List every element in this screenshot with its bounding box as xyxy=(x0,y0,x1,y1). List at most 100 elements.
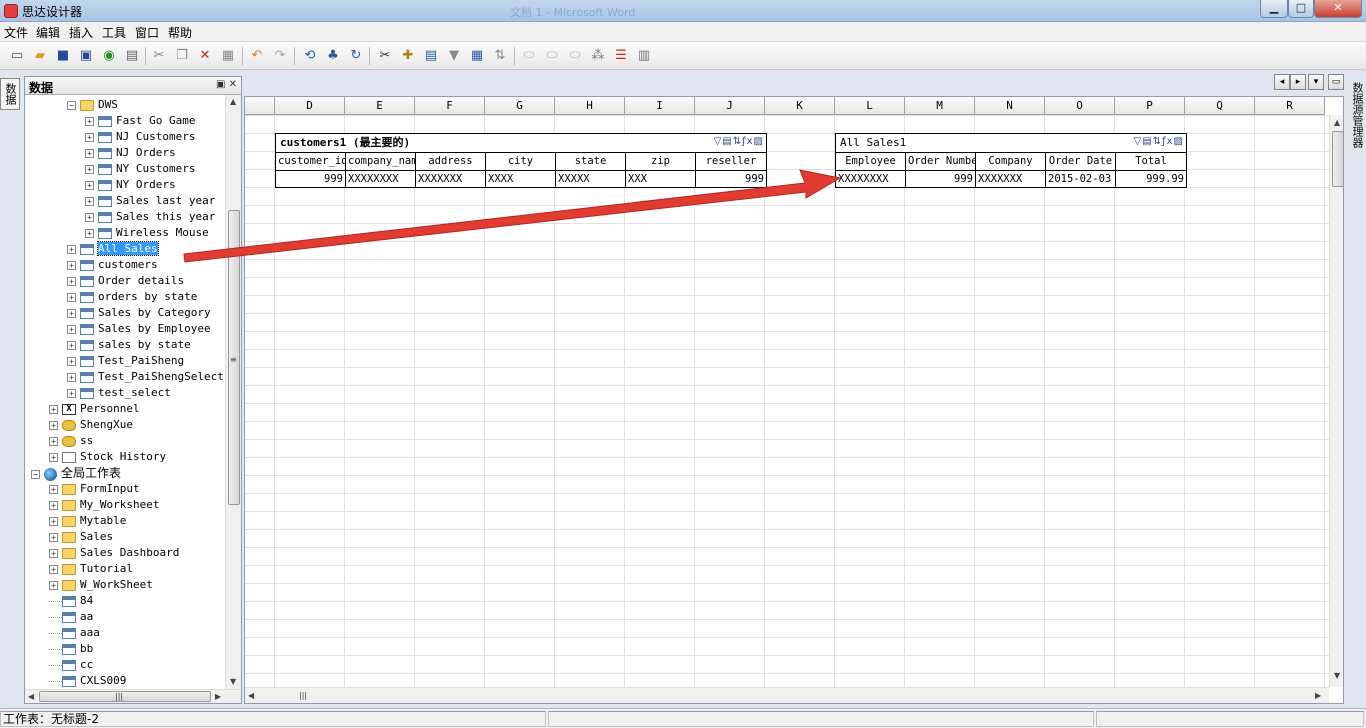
column-header[interactable]: H xyxy=(555,97,625,115)
oval3-icon[interactable]: ⬭ xyxy=(566,47,584,65)
all-sales-table[interactable]: All Sales1 ▽▤⇅ƒx▨ Employee XXXXXXXX Order … xyxy=(835,133,1187,188)
tree-item[interactable]: + NY Orders xyxy=(85,177,176,193)
tree-item[interactable]: aaa xyxy=(49,625,100,641)
scroll-down-icon[interactable]: ▼ xyxy=(1334,671,1340,680)
table-data-cell[interactable]: XXXXXXXX xyxy=(346,170,416,188)
tree-item[interactable]: aa xyxy=(49,609,93,625)
scroll-up-icon[interactable]: ▲ xyxy=(1334,118,1340,127)
tree-item[interactable]: + Fast Go Game xyxy=(85,113,195,129)
tree-item[interactable]: + NJ Customers xyxy=(85,129,195,145)
expand-icon[interactable]: + xyxy=(49,564,58,574)
table-header-cell[interactable]: company_name xyxy=(346,152,416,170)
filter-icon[interactable]: ▼ xyxy=(445,47,463,65)
grid-icon[interactable]: ⁂ xyxy=(589,47,607,65)
expand-icon[interactable]: + xyxy=(49,404,58,414)
tree-item[interactable]: CXLS009 xyxy=(49,673,126,689)
menu-file[interactable]: 文件 xyxy=(4,24,28,41)
collapse-icon[interactable]: − xyxy=(67,100,76,110)
tree-item[interactable]: − DWS xyxy=(67,97,118,113)
insert-icon[interactable]: ▦ xyxy=(468,47,486,65)
paste-icon[interactable]: ▦ xyxy=(219,47,237,65)
column-header[interactable]: P xyxy=(1115,97,1185,115)
column-header[interactable]: G xyxy=(485,97,555,115)
table-tool-icons[interactable]: ▽▤⇅ƒx▨ xyxy=(714,136,764,147)
tree-item[interactable]: + ss xyxy=(49,433,93,449)
table-data-cell[interactable]: XXXXXXX xyxy=(976,170,1046,188)
menu-window[interactable]: 窗口 xyxy=(135,24,159,41)
sort-icon[interactable]: ⇅ xyxy=(491,47,509,65)
copy-icon[interactable]: ❐ xyxy=(173,47,191,65)
open-icon[interactable]: ▰ xyxy=(31,47,49,65)
column-header[interactable]: K xyxy=(765,97,835,115)
maximize-button[interactable]: □ xyxy=(1288,0,1314,18)
expand-icon[interactable]: + xyxy=(67,324,76,334)
menu-insert[interactable]: 插入 xyxy=(69,24,93,41)
redo-icon[interactable]: ↷ xyxy=(271,47,289,65)
add-table-icon[interactable]: ✚ xyxy=(399,47,417,65)
tree-vertical-scrollbar[interactable]: ▲ ≡ ▼ xyxy=(225,95,241,691)
oval-icon[interactable]: ⬭ xyxy=(520,47,538,65)
tree-item[interactable]: − 全局工作表 xyxy=(31,465,121,481)
table-data-cell[interactable]: XXX xyxy=(626,170,696,188)
save-icon[interactable]: ■ xyxy=(54,47,72,65)
tree-item[interactable]: + X Personnel xyxy=(49,401,140,417)
tree-item[interactable]: + ShengXue xyxy=(49,417,133,433)
minimize-button[interactable]: ▁ xyxy=(1260,0,1288,18)
close-button[interactable]: ✕ xyxy=(1314,0,1362,18)
tree-item[interactable]: + customers xyxy=(67,257,158,273)
refresh-icon[interactable]: ◉ xyxy=(100,47,118,65)
expand-icon[interactable]: + xyxy=(49,436,58,446)
worksheet[interactable]: DEFGHIJKLMNOPQR customers1 (最主要的) ▽▤⇅ƒx▨… xyxy=(244,96,1344,704)
sync-icon[interactable]: ⟲ xyxy=(301,47,319,65)
close-icon[interactable]: ✕ xyxy=(229,79,237,90)
split-icon[interactable]: ▥ xyxy=(635,47,653,65)
tree-item[interactable]: 84 xyxy=(49,593,93,609)
scroll-thumb[interactable] xyxy=(39,691,211,702)
cut-icon[interactable]: ✂ xyxy=(150,47,168,65)
tree-item[interactable]: bb xyxy=(49,641,93,657)
expand-icon[interactable]: + xyxy=(49,548,58,558)
expand-icon[interactable]: + xyxy=(85,116,94,126)
tree-item[interactable]: + Mytable xyxy=(49,513,126,529)
expand-icon[interactable]: + xyxy=(85,164,94,174)
table-header-cell[interactable]: city xyxy=(486,152,556,170)
table-header-cell[interactable]: zip xyxy=(626,152,696,170)
table-header-cell[interactable]: Employee xyxy=(836,152,906,170)
undo-icon[interactable]: ↶ xyxy=(248,47,266,65)
sheet-restore-button[interactable]: ▭ xyxy=(1328,74,1344,90)
tree-item[interactable]: + Sales Dashboard xyxy=(49,545,179,561)
collapse-icon[interactable]: − xyxy=(31,469,40,479)
tree-item[interactable]: + Order details xyxy=(67,273,184,289)
expand-icon[interactable]: + xyxy=(67,292,76,302)
tree-item[interactable]: cc xyxy=(49,657,93,673)
expand-icon[interactable]: + xyxy=(67,244,76,254)
save-all-icon[interactable]: ▣ xyxy=(77,47,95,65)
expand-icon[interactable]: + xyxy=(85,132,94,142)
column-header[interactable]: F xyxy=(415,97,485,115)
tree-item[interactable]: + My_Worksheet xyxy=(49,497,159,513)
merge-icon[interactable]: ☰ xyxy=(612,47,630,65)
scroll-left-icon[interactable]: ◀ xyxy=(28,692,34,701)
column-header[interactable]: O xyxy=(1045,97,1115,115)
oval2-icon[interactable]: ⬭ xyxy=(543,47,561,65)
expand-icon[interactable]: + xyxy=(67,388,76,398)
sheet-next-button[interactable]: ▸ xyxy=(1290,74,1306,90)
table-data-cell[interactable]: XXXXXXX xyxy=(416,170,486,188)
data-side-tab[interactable]: 数据 xyxy=(0,78,20,110)
sheet-list-button[interactable]: ▾ xyxy=(1308,74,1324,90)
table-header-cell[interactable]: customer_id xyxy=(276,152,346,170)
tree-item[interactable]: + NJ Orders xyxy=(85,145,176,161)
table-header-cell[interactable]: Order Number xyxy=(906,152,976,170)
table-data-cell[interactable]: XXXXX xyxy=(556,170,626,188)
table-header-cell[interactable]: Company xyxy=(976,152,1046,170)
tree-horizontal-scrollbar[interactable]: ◀ ||| ▶ xyxy=(25,689,241,703)
add-column-icon[interactable]: ▤ xyxy=(422,47,440,65)
tools-icon[interactable]: ✂ xyxy=(376,47,394,65)
table-tool-icons[interactable]: ▽▤⇅ƒx▨ xyxy=(1134,136,1184,147)
tree-item[interactable]: + Sales by Category xyxy=(67,305,211,321)
column-header[interactable]: E xyxy=(345,97,415,115)
tree-item[interactable]: + All Sales xyxy=(67,241,159,257)
expand-icon[interactable]: + xyxy=(49,516,58,526)
table-data-cell[interactable]: 2015-02-03 xyxy=(1046,170,1116,188)
expand-icon[interactable]: + xyxy=(67,340,76,350)
